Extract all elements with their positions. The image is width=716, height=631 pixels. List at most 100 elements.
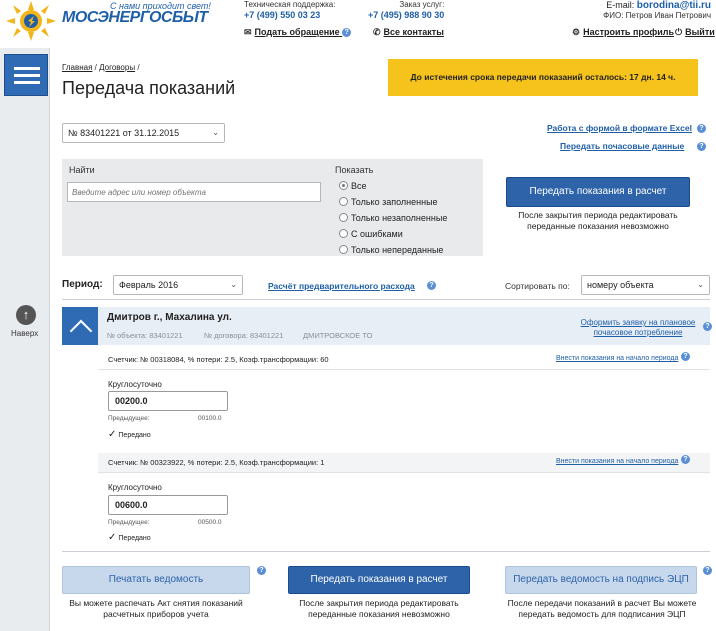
radio-label: Только непереданные xyxy=(351,245,444,255)
sign-note: После передачи показаний в расчет Вы мож… xyxy=(507,598,697,619)
forecast-link-label: Расчёт предварительного расхода xyxy=(268,281,415,291)
chevron-down-icon: ⌄ xyxy=(212,128,219,137)
meter-row: Счетчик: № 00318084, % потери: 2.5, Коэф… xyxy=(98,350,710,370)
period-select[interactable]: Февраль 2016 ⌄ xyxy=(113,275,243,295)
header: С нами приходит свет! МОСЭНЕРГОСБЫТ Техн… xyxy=(0,0,716,48)
appeal-link[interactable]: ✉ Подать обращение ? xyxy=(244,27,352,38)
power-icon: ⏻ xyxy=(675,27,683,37)
contacts-link-label: Все контакты xyxy=(383,27,444,37)
menu-bar xyxy=(14,67,40,70)
help-icon[interactable]: ? xyxy=(697,142,706,151)
radio-button[interactable] xyxy=(339,229,348,238)
support-caption: Техническая поддержка: xyxy=(244,0,336,9)
filter-panel: Найти Показать Все Только заполненные То… xyxy=(62,159,483,256)
excel-link[interactable]: Работа с формой в формате Excel xyxy=(547,123,692,133)
reading-input[interactable]: 00200.0 xyxy=(108,391,228,411)
sort-label: Сортировать по: xyxy=(505,281,570,291)
help-icon[interactable]: ? xyxy=(427,281,436,290)
page-title: Передача показаний xyxy=(62,78,236,98)
chevron-down-icon: ⌄ xyxy=(697,280,704,289)
print-statement-button[interactable]: Печатать ведомость xyxy=(62,566,250,594)
checkmark-icon: ✓ xyxy=(108,532,117,543)
help-icon[interactable]: ? xyxy=(703,566,712,575)
search-input[interactable] xyxy=(67,182,321,202)
radio-button[interactable] xyxy=(339,181,348,190)
object-district: ДМИТРОВСКОЕ ТО xyxy=(303,331,373,340)
order-contact: Заказ услуг: +7 (495) 988 90 30 xyxy=(368,0,444,20)
help-icon[interactable]: ? xyxy=(257,566,266,575)
breadcrumb: Главная / Договоры / xyxy=(62,63,140,72)
user-fio: ФИО: Петров Иван Петрович xyxy=(603,11,711,20)
show-label: Показать xyxy=(335,165,374,175)
settings-link-label: Настроить профиль xyxy=(583,27,675,37)
period-label: Период: xyxy=(62,279,103,290)
radio-errors[interactable]: С ошибками xyxy=(339,229,403,239)
meter-title: Счетчик: № 00323922, % потери: 2.5, Коэф… xyxy=(108,458,325,467)
contract-select[interactable]: № 83401221 от 31.12.2015 ⌄ xyxy=(62,123,225,143)
radio-button[interactable] xyxy=(339,213,348,222)
logout-link[interactable]: ⏻ Выйти xyxy=(675,27,715,38)
contract-select-value: № 83401221 от 31.12.2015 xyxy=(68,128,180,138)
sent-status: ✓ Передано xyxy=(108,532,151,543)
hourly-request-link[interactable]: Оформить заявку на плановое почасовое по… xyxy=(577,318,699,338)
radio-label: Только незаполненные xyxy=(351,213,448,223)
hamburger-menu-button[interactable] xyxy=(4,54,48,96)
meter-title: Счетчик: № 00318084, % потери: 2.5, Коэф… xyxy=(108,355,329,364)
submit-readings-button[interactable]: Передать показания в расчет xyxy=(506,177,690,207)
previous-label: Предыдущее: xyxy=(108,519,150,526)
sent-status-label: Передано xyxy=(118,535,151,542)
contract-number: № договора: 83401221 xyxy=(204,331,284,340)
settings-link[interactable]: ⚙ Настроить профиль xyxy=(572,27,674,38)
sent-status-label: Передано xyxy=(118,432,151,439)
hourly-data-link[interactable]: Передать почасовые данные xyxy=(560,141,684,151)
order-caption: Заказ услуг: xyxy=(399,0,445,9)
breadcrumb-home[interactable]: Главная xyxy=(62,63,92,72)
initial-reading-link[interactable]: Внести показания на начало периода xyxy=(556,355,678,362)
sort-select[interactable]: номеру объекта ⌄ xyxy=(581,275,710,295)
logout-link-label: Выйти xyxy=(685,27,715,37)
radio-all[interactable]: Все xyxy=(339,181,367,191)
submit-note: После закрытия периода редактировать пер… xyxy=(518,210,678,231)
period-select-value: Февраль 2016 xyxy=(119,280,179,290)
hourly-data-link-label: Передать почасовые данные xyxy=(560,141,685,151)
email-caption: E-mail: xyxy=(606,0,635,10)
object-number: № объекта: 83401221 xyxy=(107,331,183,340)
radio-empty[interactable]: Только незаполненные xyxy=(339,213,447,223)
email-row: E-mail: borodina@tii.ru xyxy=(606,0,711,11)
support-contact: Техническая поддержка: +7 (499) 550 03 2… xyxy=(244,0,335,20)
help-icon[interactable]: ? xyxy=(342,28,352,38)
submit-bottom-note: После закрытия периода редактировать пер… xyxy=(299,598,459,619)
sort-select-value: номеру объекта xyxy=(587,280,654,290)
radio-filled[interactable]: Только заполненные xyxy=(339,197,438,207)
tariff-mode-label: Круглосуточно xyxy=(108,380,162,389)
deadline-banner: До истечения срока передачи показаний ос… xyxy=(388,59,698,96)
submit-readings-bottom-button[interactable]: Передать показания в расчет xyxy=(288,566,470,594)
tariff-mode-label: Круглосуточно xyxy=(108,483,162,492)
forecast-link[interactable]: Расчёт предварительного расхода xyxy=(268,281,415,291)
radio-label: Все xyxy=(351,181,367,191)
reading-input[interactable]: 00600.0 xyxy=(108,495,228,515)
support-phone[interactable]: +7 (499) 550 03 23 xyxy=(244,10,335,20)
help-icon[interactable]: ? xyxy=(703,322,712,331)
user-email[interactable]: borodina@tii.ru xyxy=(637,0,711,11)
previous-value: 00500.0 xyxy=(198,519,222,526)
sign-statement-button[interactable]: Передать ведомость на подпись ЭЦП xyxy=(505,566,697,594)
divider xyxy=(62,551,710,552)
help-icon[interactable]: ? xyxy=(681,455,690,464)
left-rail: ↑ Наверх xyxy=(0,48,50,631)
radio-unsent[interactable]: Только непереданные xyxy=(339,245,443,255)
help-icon[interactable]: ? xyxy=(697,124,706,133)
collapse-chevron-up-icon[interactable] xyxy=(62,307,98,345)
menu-bar xyxy=(14,74,40,77)
radio-button[interactable] xyxy=(339,197,348,206)
initial-reading-link[interactable]: Внести показания на начало периода xyxy=(556,458,678,465)
breadcrumb-contracts[interactable]: Договоры xyxy=(99,63,135,72)
contacts-link[interactable]: ✆ Все контакты xyxy=(373,27,444,38)
help-icon[interactable]: ? xyxy=(681,352,690,361)
scroll-top-label[interactable]: Наверх xyxy=(11,329,38,338)
radio-button[interactable] xyxy=(339,245,348,254)
envelope-icon: ✉ xyxy=(244,27,252,37)
order-phone[interactable]: +7 (495) 988 90 30 xyxy=(368,10,444,20)
menu-bar xyxy=(14,81,40,84)
arrow-up-icon[interactable]: ↑ xyxy=(16,305,36,325)
